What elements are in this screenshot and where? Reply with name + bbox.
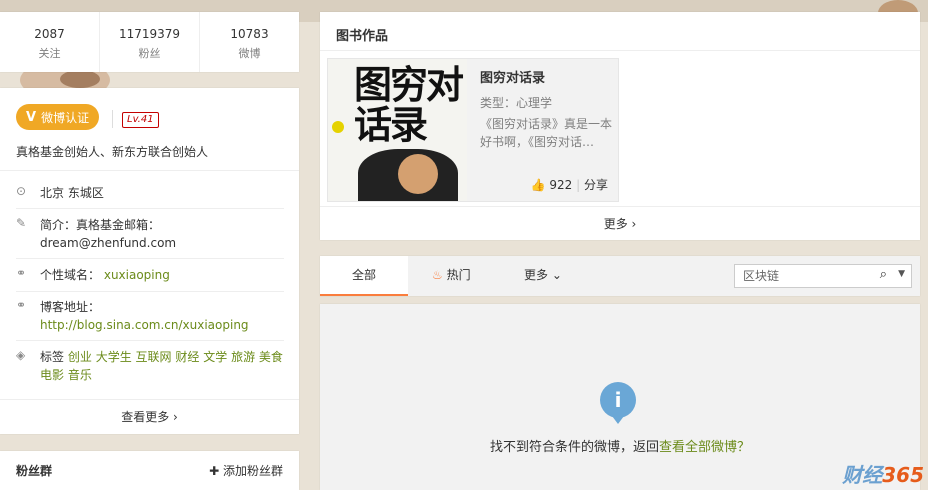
watermark-number: 365 xyxy=(882,463,924,487)
tags-label: 标签 xyxy=(40,350,65,364)
count-number: 11719379 xyxy=(118,27,181,41)
book-actions: 👍 922 | 分享 xyxy=(531,176,608,193)
divider xyxy=(16,340,284,341)
cover-title: 图穷对话录 xyxy=(354,63,464,147)
tag-link[interactable]: 美食 xyxy=(259,350,283,364)
level-badge[interactable]: Lv.41 xyxy=(122,112,159,128)
books-more-button[interactable]: 更多 › xyxy=(320,206,920,241)
divider xyxy=(320,50,920,51)
empty-message: 找不到符合条件的微博，返回查看全部微博？ xyxy=(320,436,920,455)
like-button[interactable]: 👍 922 xyxy=(531,178,573,192)
tag-link[interactable]: 旅游 xyxy=(231,350,255,364)
count-label: 微博 xyxy=(238,47,261,60)
search-box: ⌕ ▼ xyxy=(734,264,912,288)
link-icon: ⚭ xyxy=(16,266,27,280)
book-type: 类型：心理学 xyxy=(480,96,553,110)
search-input[interactable] xyxy=(735,265,871,285)
share-button[interactable]: 分享 xyxy=(584,178,608,192)
thumbs-up-icon: 👍 xyxy=(530,178,546,192)
watermark-logo: 财经365 xyxy=(842,459,924,488)
profile-description: 真格基金创始人、新东方联合创始人 xyxy=(16,145,209,159)
like-count: 922 xyxy=(549,178,573,192)
books-title: 图书作品 xyxy=(336,29,389,44)
cover-decoration xyxy=(332,121,344,133)
fan-group-title: 粉丝群 xyxy=(16,464,53,478)
view-all-link[interactable]: 查看全部微博？ xyxy=(659,440,750,455)
book-cover[interactable]: 图穷对话录 xyxy=(328,59,467,201)
tag-link[interactable]: 财经 xyxy=(175,350,199,364)
tag-link[interactable]: 文学 xyxy=(203,350,227,364)
book-info: 图穷对话录 类型：心理学 《图穷对话录》真是一本好书啊，《图穷对话… xyxy=(480,67,615,151)
intro-label: 简介： xyxy=(40,218,77,232)
chevron-down-icon: ⌄ xyxy=(551,268,562,282)
count-number: 2087 xyxy=(34,27,65,41)
domain-row: ⚭ 个性域名： xuxiaoping xyxy=(16,266,286,284)
see-more-button[interactable]: 查看更多 › xyxy=(0,399,299,434)
empty-text: 找不到符合条件的微博，返回 xyxy=(489,440,659,455)
info-icon: i xyxy=(600,382,636,424)
watermark-text: 财经 xyxy=(842,463,883,487)
edit-icon: ✎ xyxy=(16,216,27,230)
feed-tabs: 全部 ♨ 热门 更多 ⌄ ⌕ ▼ xyxy=(320,256,920,296)
tab-all[interactable]: 全部 xyxy=(320,256,408,296)
empty-feed: i 找不到符合条件的微博，返回查看全部微博？ xyxy=(320,304,920,490)
location-text: 北京 东城区 xyxy=(40,186,104,200)
domain-link[interactable]: xuxiaoping xyxy=(104,268,170,282)
tag-link[interactable]: 电影 xyxy=(40,368,64,382)
tab-more[interactable]: 更多 ⌄ xyxy=(524,256,562,294)
tab-more-label: 更多 xyxy=(524,268,549,282)
verified-icon: V xyxy=(26,109,37,125)
divider xyxy=(0,170,299,171)
tag-icon: ◈ xyxy=(16,348,26,362)
profile-counts: 2087 关注 11719379 粉丝 10783 微博 xyxy=(0,12,299,72)
count-number: 10783 xyxy=(230,27,269,41)
add-fan-group-button[interactable]: ✚ 添加粉丝群 xyxy=(209,462,283,479)
add-fan-group-label: 添加粉丝群 xyxy=(222,464,283,478)
tag-link[interactable]: 互联网 xyxy=(136,350,172,364)
count-label: 关注 xyxy=(38,47,61,60)
book-description: 《图穷对话录》真是一本好书啊，《图穷对话… xyxy=(480,117,613,149)
tag-link[interactable]: 音乐 xyxy=(68,368,92,382)
verify-badge[interactable]: V 微博认证 xyxy=(16,104,100,130)
blog-row: ⚭ 博客地址： http://blog.sina.com.cn/xuxiaopin… xyxy=(16,298,286,334)
divider xyxy=(16,208,284,209)
background-illustration xyxy=(60,70,100,88)
book-title[interactable]: 图穷对话录 xyxy=(480,67,615,86)
location-icon: ⊙ xyxy=(16,184,27,198)
books-card: 图书作品 图穷对话录 图穷对话录 类型：心理学 《图穷对话录》真是一本好书啊，《… xyxy=(320,12,920,240)
tab-hot[interactable]: ♨ 热门 xyxy=(432,256,471,294)
search-dropdown-icon[interactable]: ▼ xyxy=(898,269,905,279)
followers-count[interactable]: 11719379 粉丝 xyxy=(100,12,200,72)
plus-icon: ✚ xyxy=(209,464,223,478)
divider xyxy=(16,258,284,259)
tag-link[interactable]: 创业 xyxy=(68,350,92,364)
blog-label: 博客地址： xyxy=(40,300,101,314)
tab-hot-label: 热门 xyxy=(446,268,471,282)
fire-icon: ♨ xyxy=(432,268,443,282)
count-label: 粉丝 xyxy=(138,47,161,60)
search-icon[interactable]: ⌕ xyxy=(880,267,887,282)
divider: | xyxy=(576,178,581,192)
verify-label: 微博认证 xyxy=(41,110,90,125)
weibo-count[interactable]: 10783 微博 xyxy=(200,12,299,72)
link-icon: ⚭ xyxy=(16,298,27,312)
following-count[interactable]: 2087 关注 xyxy=(0,12,100,72)
divider xyxy=(112,110,113,128)
divider xyxy=(16,291,284,292)
domain-label: 个性域名： xyxy=(40,268,101,282)
blog-link[interactable]: http://blog.sina.com.cn/xuxiaoping xyxy=(40,318,249,332)
intro-row: ✎ 简介：真格基金邮箱：dream@zhenfund.com xyxy=(16,216,286,252)
cover-photo-face xyxy=(398,154,438,194)
tags-row: ◈ 标签 创业 大学生 互联网 财经 文学 旅游 美食 电影 音乐 xyxy=(16,348,286,384)
location-row: ⊙ 北京 东城区 xyxy=(16,184,286,202)
tag-link[interactable]: 大学生 xyxy=(96,350,132,364)
book-item[interactable]: 图穷对话录 图穷对话录 类型：心理学 《图穷对话录》真是一本好书啊，《图穷对话…… xyxy=(327,58,619,202)
fan-group-card: 粉丝群 ✚ 添加粉丝群 xyxy=(0,451,299,490)
